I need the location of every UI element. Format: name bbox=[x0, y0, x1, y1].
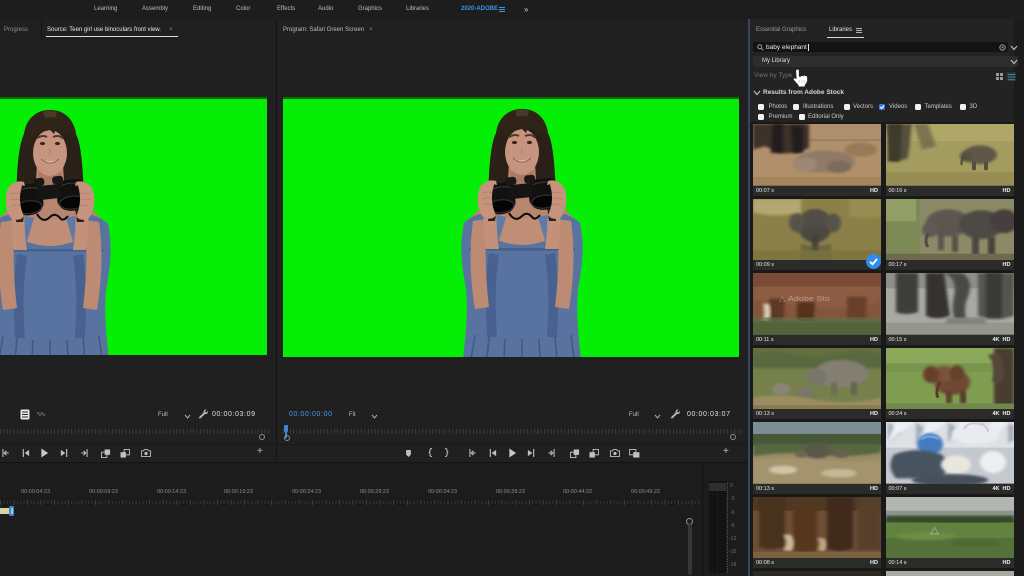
svg-text:△ Adobe Sto: △ Adobe Sto bbox=[779, 294, 830, 303]
svg-text:△: △ bbox=[930, 524, 940, 535]
